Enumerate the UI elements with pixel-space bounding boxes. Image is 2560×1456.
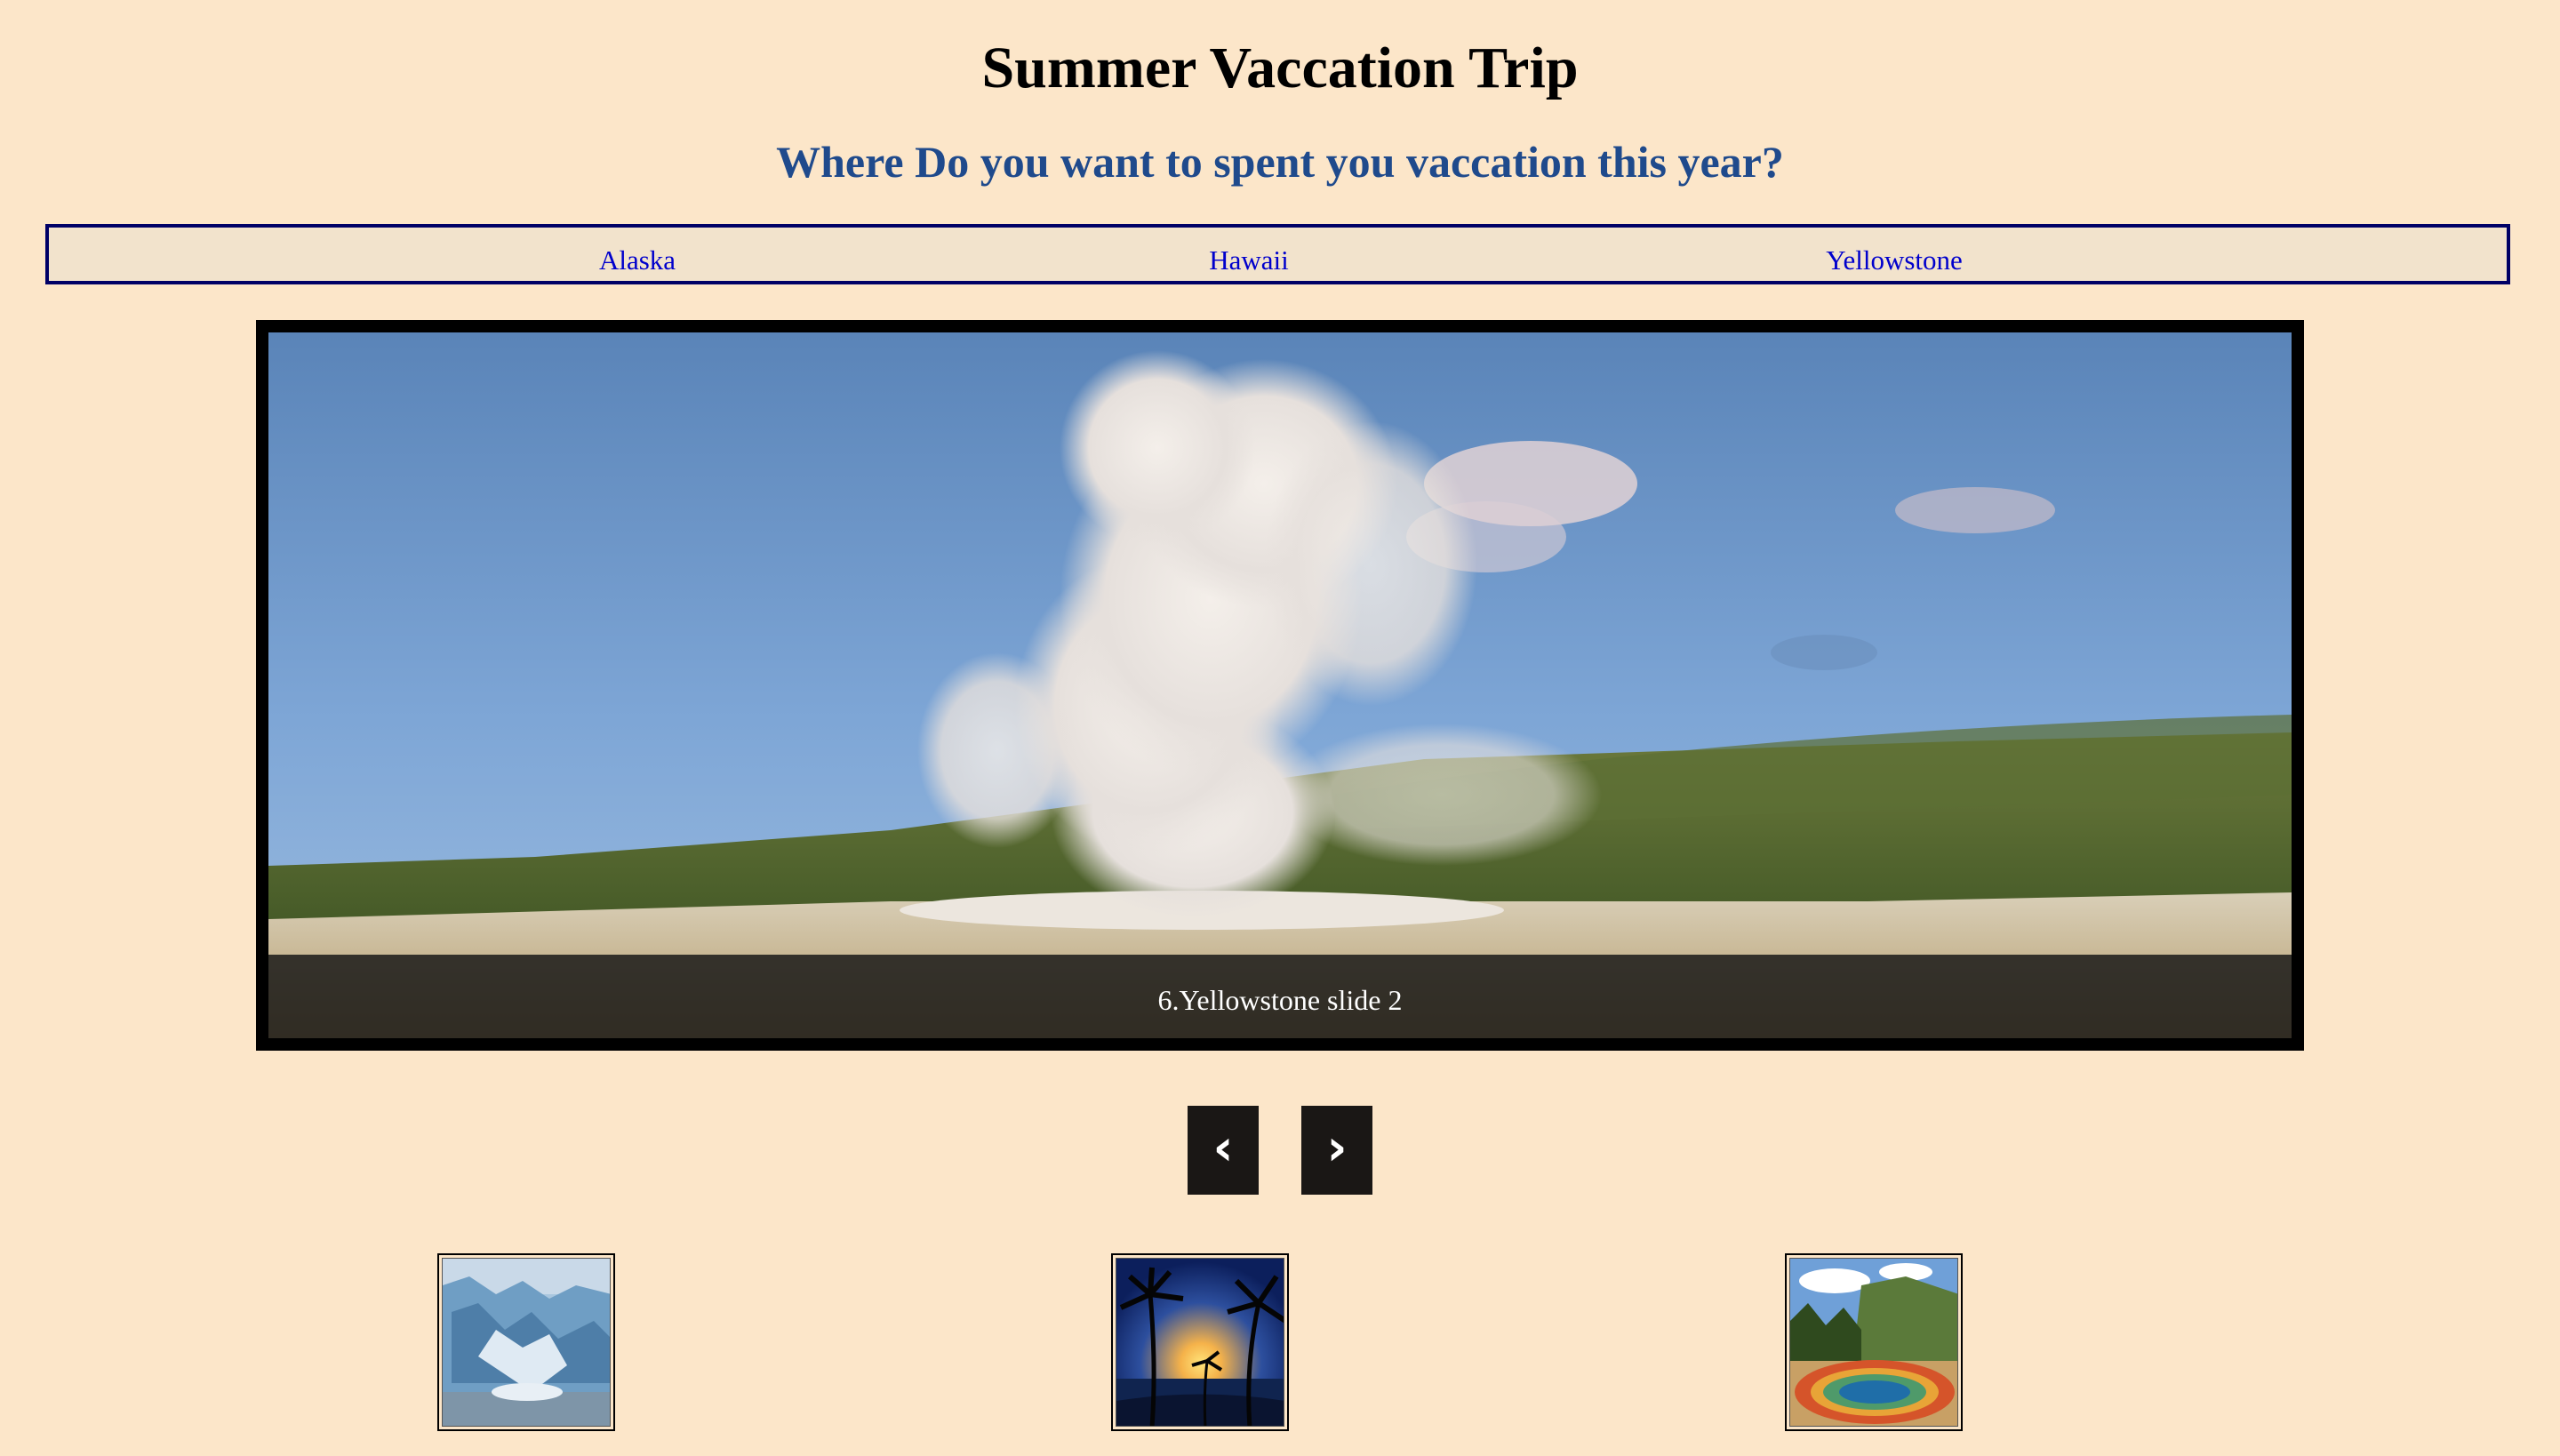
page-subtitle: Where Do you want to spent you vaccation… [776, 137, 1784, 187]
slide-caption: 6.Yellowstone slide 2 [1157, 984, 1403, 1016]
next-slide-button[interactable]: › [1301, 1106, 1372, 1195]
alaska-glacier-image [442, 1258, 611, 1427]
slide-image-old-faithful-geyser: 6.Yellowstone slide 2 [268, 332, 2292, 1038]
thumbnail-hawaii[interactable] [1111, 1253, 1289, 1431]
thumbnail-yellowstone[interactable] [1785, 1253, 1963, 1431]
page: Summer Vaccation Trip Where Do you want … [0, 0, 2560, 1456]
hawaii-sunset-image [1116, 1258, 1284, 1427]
destination-nav: Alaska Hawaii Yellowstone [45, 224, 2510, 284]
nav-link-yellowstone[interactable]: Yellowstone [1826, 228, 1963, 281]
nav-link-alaska[interactable]: Alaska [599, 228, 676, 281]
thumbnail-alaska[interactable] [437, 1253, 615, 1431]
prev-slide-button[interactable]: ‹ [1188, 1106, 1259, 1195]
nav-link-hawaii[interactable]: Hawaii [1209, 228, 1289, 281]
yellowstone-hot-spring-image [1789, 1258, 1958, 1427]
slideshow: 6.Yellowstone slide 2 [256, 320, 2304, 1051]
page-title: Summer Vaccation Trip [981, 36, 1579, 100]
